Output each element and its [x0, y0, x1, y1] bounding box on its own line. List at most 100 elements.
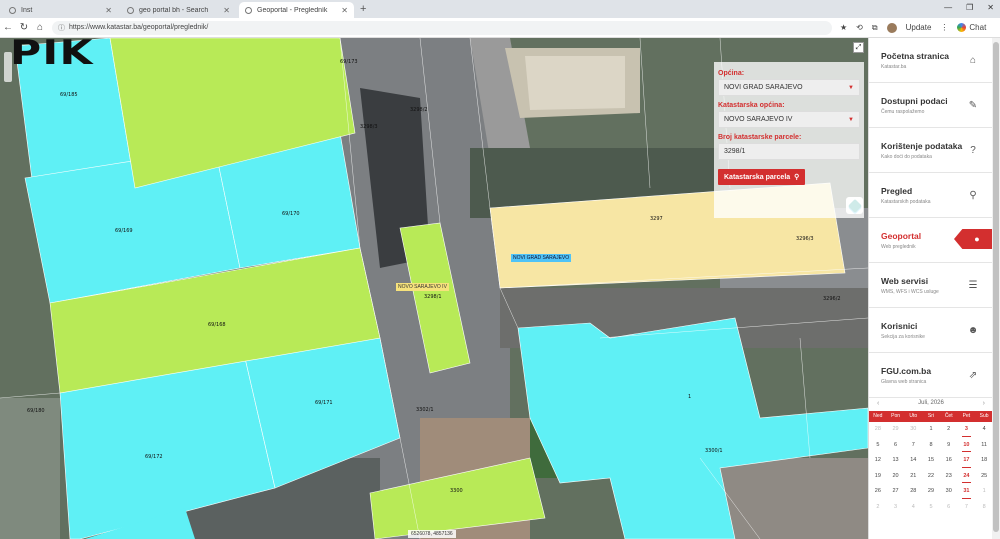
calendar-day[interactable]: 10: [958, 438, 976, 454]
more-icon[interactable]: ⋮: [940, 23, 948, 32]
sidebar-item-fgu[interactable]: FGU.com.ba Glavna web stranica ⇗: [869, 353, 992, 398]
calendar-day[interactable]: 30: [904, 422, 922, 438]
sidebar-item-dostupni-podaci[interactable]: Dostupni podaci Čemu raspolažemo ✎: [869, 83, 992, 128]
close-window-icon[interactable]: ✕: [987, 3, 994, 12]
chat-button[interactable]: Chat: [957, 23, 986, 32]
calendar-day[interactable]: 6: [940, 500, 958, 516]
browser-tab-2[interactable]: geo portal bh - Search ✕: [121, 2, 236, 18]
url-input[interactable]: ⓘ https://www.katastar.ba/geoportal/preg…: [52, 20, 832, 35]
sidebar-item-korisnici[interactable]: Korisnici Sekcija za korisnike ☻: [869, 308, 992, 353]
site-info-icon[interactable]: ⓘ: [58, 23, 65, 33]
maximize-icon[interactable]: ❐: [966, 3, 973, 12]
browser-tab-1[interactable]: Inst ✕: [3, 2, 118, 18]
back-icon[interactable]: ←: [0, 22, 16, 33]
weekday-label: Čet: [944, 413, 953, 419]
sidebar-item-geoportal[interactable]: Geoportal Web preglednik ●: [869, 218, 992, 263]
calendar-day[interactable]: 5: [922, 500, 940, 516]
button-label: Katastarska parcela: [724, 173, 791, 181]
calendar-day[interactable]: 2: [869, 500, 887, 516]
calendar-day[interactable]: 3: [887, 500, 905, 516]
sidebar-item-koristenje[interactable]: Korištenje podataka Kako doći do podataka…: [869, 128, 992, 173]
opcina-label: Općina:: [718, 70, 745, 77]
calendar-day[interactable]: 11: [975, 438, 993, 454]
calendar-day[interactable]: 1: [975, 484, 993, 500]
calendar-day[interactable]: 22: [922, 469, 940, 485]
search-icon: ⚲: [969, 189, 977, 201]
calendar-day[interactable]: 28: [869, 422, 887, 438]
calendar-day[interactable]: 18: [975, 453, 993, 469]
opcina-select[interactable]: NOVI GRAD SARAJEVO ▼: [718, 79, 860, 96]
calendar-day[interactable]: 25: [975, 469, 993, 485]
close-icon[interactable]: ✕: [223, 6, 230, 15]
calendar-day[interactable]: 26: [869, 484, 887, 500]
prev-month-icon[interactable]: ‹: [877, 400, 879, 407]
tab-label: Inst: [21, 6, 33, 14]
sidebar-item-pocetna[interactable]: Početna stranica Katastar.ba ⌂: [869, 38, 992, 83]
calendar-day[interactable]: 30: [940, 484, 958, 500]
calendar-day[interactable]: 1: [922, 422, 940, 438]
parcel-label: 69/169: [115, 228, 133, 234]
calendar-day[interactable]: 7: [958, 500, 976, 516]
calendar: ‹ Juli, 2026 › Ned Pon Uto Sri Čet Pet Sub 28 2…: [869, 395, 993, 515]
calendar-day[interactable]: 29: [887, 422, 905, 438]
calendar-day[interactable]: 28: [904, 484, 922, 500]
scrollbar-thumb[interactable]: [993, 42, 999, 532]
calendar-day[interactable]: 5: [869, 438, 887, 454]
extensions-icon[interactable]: ⟲: [856, 23, 863, 32]
calendar-day[interactable]: 9: [940, 438, 958, 454]
parcel-number-input[interactable]: 3298/1: [718, 143, 860, 160]
parcel-label: 69/171: [315, 400, 333, 406]
calendar-day[interactable]: 19: [869, 469, 887, 485]
calendar-day[interactable]: 8: [922, 438, 940, 454]
home-icon: ⌂: [969, 54, 977, 66]
new-tab-button[interactable]: +: [360, 2, 366, 18]
sidebar-item-web-servisi[interactable]: Web servisi WMS, WFS i WCS usluge ☰: [869, 263, 992, 308]
home-icon[interactable]: ⌂: [32, 22, 48, 33]
calendar-day[interactable]: 21: [904, 469, 922, 485]
calendar-day[interactable]: 17: [958, 453, 976, 469]
parcel-label: 69/170: [282, 211, 300, 217]
calendar-day[interactable]: 4: [904, 500, 922, 516]
calendar-day[interactable]: 24: [958, 469, 976, 485]
calendar-day[interactable]: 20: [887, 469, 905, 485]
menu-subtitle: Katastar.ba: [881, 63, 907, 70]
calendar-day[interactable]: 23: [940, 469, 958, 485]
weekday-label: Sri: [927, 413, 935, 419]
parcel-label: 3302/1: [416, 407, 434, 413]
puzzle-icon[interactable]: ⧉: [872, 23, 878, 33]
url-text: https://www.katastar.ba/geoportal/pregle…: [69, 24, 209, 31]
close-icon[interactable]: ✕: [341, 6, 348, 15]
calendar-day[interactable]: 4: [975, 422, 993, 438]
page-scrollbar[interactable]: [992, 38, 1000, 539]
star-icon[interactable]: ★: [840, 23, 847, 32]
sidebar-item-pregled[interactable]: Pregled Katastarskih podataka ⚲: [869, 173, 992, 218]
update-button[interactable]: Update: [906, 23, 932, 32]
profile-avatar[interactable]: [886, 22, 897, 33]
fullscreen-button[interactable]: ⤢: [853, 42, 864, 53]
close-icon[interactable]: ✕: [105, 6, 112, 15]
calendar-day[interactable]: 15: [922, 453, 940, 469]
globe-icon: [245, 6, 252, 14]
calendar-day[interactable]: 14: [904, 453, 922, 469]
calendar-day[interactable]: 31: [958, 484, 976, 500]
calendar-day[interactable]: 7: [904, 438, 922, 454]
calendar-day[interactable]: 3: [958, 422, 976, 438]
ko-select[interactable]: NOVO SARAJEVO IV ▼: [718, 111, 860, 128]
browser-tab-3[interactable]: Geoportal - Pregledník ✕: [239, 2, 354, 18]
next-month-icon[interactable]: ›: [983, 400, 985, 407]
calendar-day[interactable]: 29: [922, 484, 940, 500]
parcel-label: 3300: [450, 488, 463, 494]
calendar-day[interactable]: 13: [887, 453, 905, 469]
menu-subtitle: WMS, WFS i WCS usluge: [881, 288, 939, 295]
minimize-icon[interactable]: —: [944, 3, 952, 12]
calendar-day[interactable]: 8: [975, 500, 993, 516]
parcel-search-button[interactable]: Katastarska parcela ⚲: [718, 169, 806, 185]
calendar-day[interactable]: 2: [940, 422, 958, 438]
calendar-day[interactable]: 6: [887, 438, 905, 454]
reload-icon[interactable]: ↻: [16, 22, 32, 33]
calendar-day[interactable]: 12: [869, 453, 887, 469]
users-icon: ☻: [967, 324, 979, 336]
pik-logo: PIK: [10, 38, 94, 73]
calendar-day[interactable]: 16: [940, 453, 958, 469]
calendar-day[interactable]: 27: [887, 484, 905, 500]
